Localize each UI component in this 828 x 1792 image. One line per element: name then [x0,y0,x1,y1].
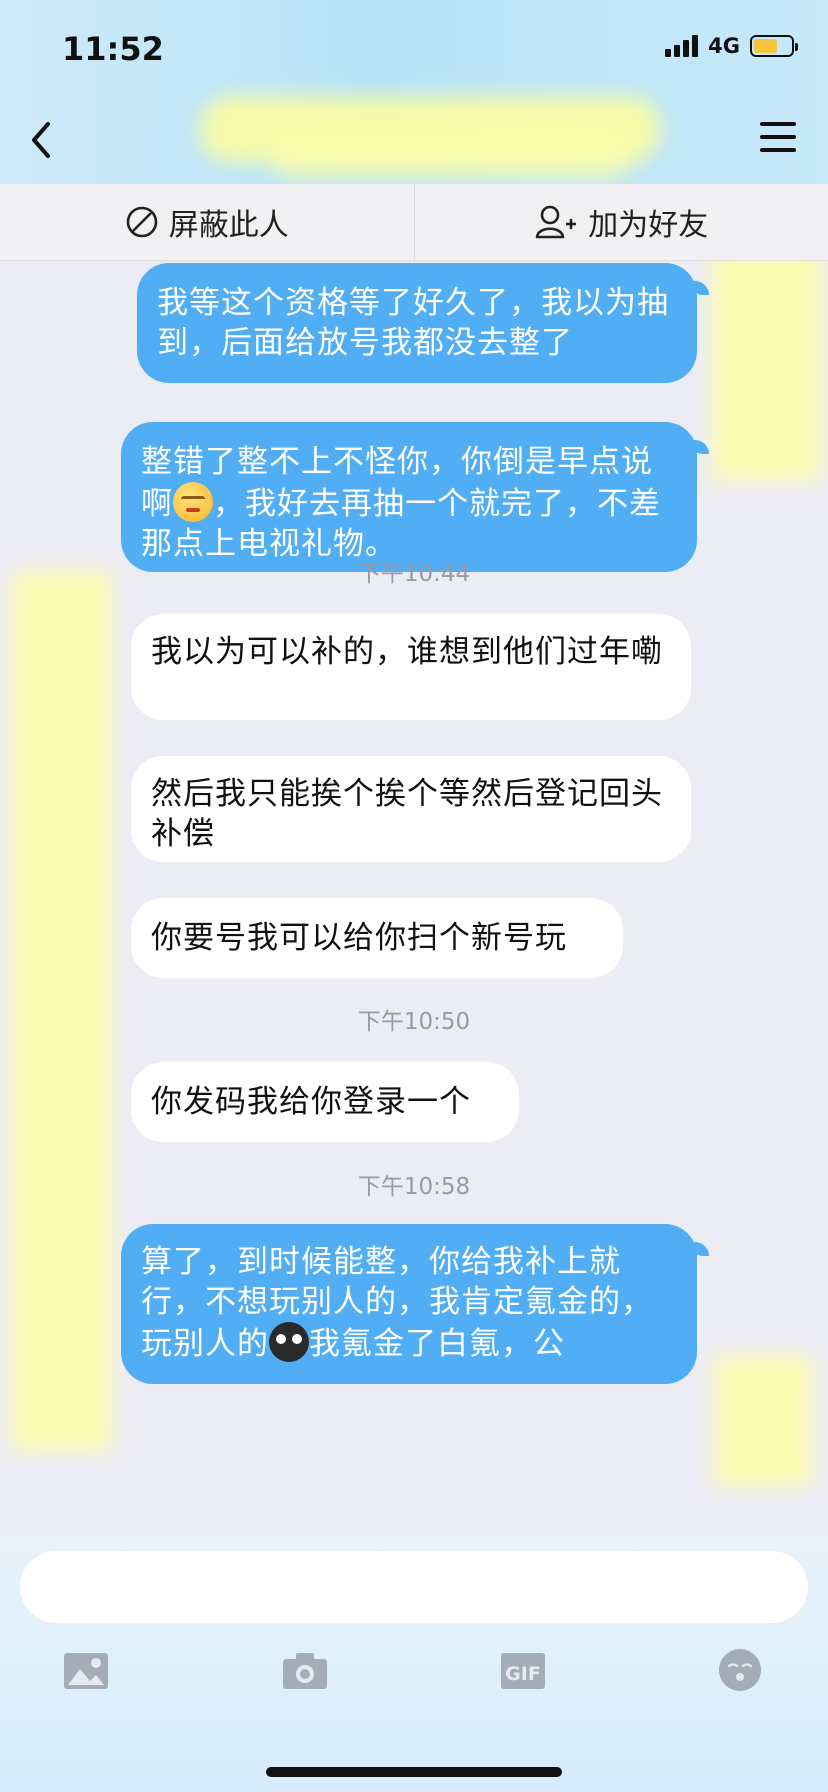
home-indicator[interactable] [266,1767,562,1777]
stranger-action-bar: 屏蔽此人 加为好友 [0,184,828,261]
menu-icon[interactable] [760,122,796,156]
message-text: 我氪金了白氪，公 [309,1326,565,1362]
message-bubble-outgoing[interactable]: 我等这个资格等了好久了，我以为抽到，后面给放号我都没去整了 [137,263,709,383]
chat-header: 11:52 4G [0,0,828,184]
status-indicators: 4G [665,34,798,58]
image-icon[interactable] [63,1651,109,1691]
block-user-button[interactable]: 屏蔽此人 [0,184,414,260]
grimace-emoji-icon [173,482,213,522]
status-time: 11:52 [62,30,164,68]
bug-emoji-icon [269,1322,309,1362]
message-bubble-outgoing[interactable]: 算了，到时候能整，你给我补上就行，不想玩别人的，我肯定氪金的，玩别人的 我氪金了白… [121,1224,709,1384]
signal-icon [665,35,699,57]
message-input[interactable] [20,1551,808,1623]
battery-icon [750,35,798,57]
gif-icon[interactable]: GIF [500,1651,546,1691]
back-chevron-icon[interactable] [26,118,56,162]
add-friend-icon [535,205,577,239]
message-bubble-incoming[interactable]: 你要号我可以给你扫个新号玩 [131,898,623,978]
redacted-title-blur [270,130,630,180]
timestamp: 下午10:50 [357,1009,471,1035]
message-text: ，我好去再抽一个就完了，不差那点上电视礼物。 [141,486,661,562]
timestamp: 下午10:44 [357,561,471,587]
network-type: 4G [708,34,740,58]
add-friend-label: 加为好友 [588,208,709,243]
emoji-icon[interactable] [718,1648,762,1692]
camera-icon[interactable] [282,1651,328,1691]
redacted-avatar-blur [712,261,822,481]
timestamp: 下午10:58 [357,1174,471,1200]
message-bubble-incoming[interactable]: 然后我只能挨个挨个等然后登记回头补偿 [131,756,691,862]
message-bubble-incoming[interactable]: 我以为可以补的，谁想到他们过年嘞 [131,614,691,720]
message-text: 然后我只能挨个挨个等然后登记回头补偿 [151,776,663,852]
block-icon [126,206,158,238]
message-list[interactable]: 我等这个资格等了好久了，我以为抽到，后面给放号我都没去整了 整错了整不上不怪你，… [0,261,828,1535]
message-bubble-incoming[interactable]: 你发码我给你登录一个 [131,1062,519,1142]
message-text: 我等这个资格等了好久了，我以为抽到，后面给放号我都没去整了 [157,285,669,361]
message-bubble-outgoing[interactable]: 整错了整不上不怪你，你倒是早点说啊 ，我好去再抽一个就完了，不差那点上电视礼物。 [121,422,709,572]
input-panel: GIF [0,1535,828,1792]
message-text: 你要号我可以给你扫个新号玩 [151,920,567,956]
message-text: 你发码我给你登录一个 [151,1084,471,1120]
message-text: 我以为可以补的，谁想到他们过年嘞 [151,634,663,670]
gif-label: GIF [505,1663,541,1685]
add-friend-button[interactable]: 加为好友 [413,184,828,260]
block-user-label: 屏蔽此人 [168,208,289,243]
redacted-avatar-blur [714,1356,812,1486]
